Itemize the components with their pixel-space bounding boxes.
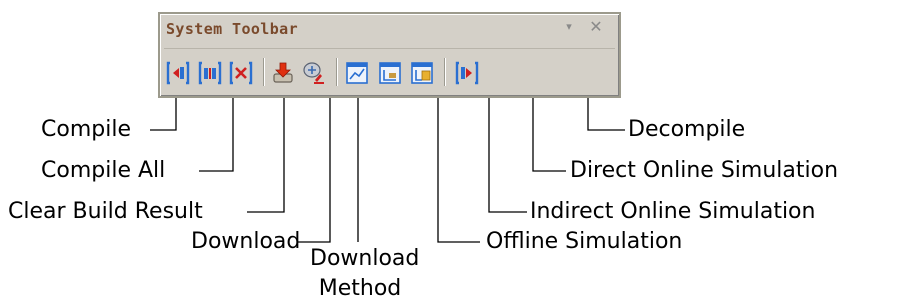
indirect-online-simulation-icon: [379, 62, 401, 84]
offline-simulation-button[interactable]: [345, 60, 369, 86]
direct-online-simulation-button[interactable]: [410, 60, 434, 86]
compile-button[interactable]: [166, 60, 190, 86]
clear-build-result-button[interactable]: [229, 60, 253, 86]
annotated-screenshot: System Toolbar ▾ ✕ Compile Compile All C…: [0, 0, 899, 304]
download-method-icon: [303, 62, 324, 84]
decompile-button[interactable]: [455, 60, 479, 86]
direct-online-simulation-icon: [411, 62, 433, 84]
callout-direct-online-simulation: Direct Online Simulation: [570, 158, 839, 183]
callout-download: Download: [191, 229, 301, 254]
compile-all-button[interactable]: [198, 60, 222, 86]
leader-direct-online-simulation: [532, 98, 566, 172]
clear-build-result-icon: [229, 61, 253, 85]
compile-all-icon: [198, 61, 222, 85]
callout-decompile: Decompile: [628, 117, 746, 142]
download-button[interactable]: [271, 60, 295, 86]
leader-indirect-online-simulation: [488, 98, 527, 213]
leader-compile: [150, 98, 177, 131]
callout-offline-simulation: Offline Simulation: [486, 229, 683, 254]
callout-download-method-line2: Method: [318, 276, 402, 301]
decompile-icon: [455, 61, 479, 85]
close-icon[interactable]: ✕: [587, 18, 605, 36]
toolbar-separator: [336, 58, 338, 86]
system-toolbar-window: System Toolbar ▾ ✕: [158, 12, 621, 98]
leader-download: [298, 98, 331, 243]
callout-download-method-line1: Download: [310, 246, 420, 271]
compile-icon: [166, 61, 190, 85]
callout-compile-all: Compile All: [41, 158, 166, 183]
download-method-button[interactable]: [302, 60, 326, 86]
chevron-down-icon[interactable]: ▾: [560, 18, 578, 36]
toolbar-separator: [444, 58, 446, 86]
offline-simulation-icon: [346, 62, 368, 84]
leader-decompile: [587, 98, 625, 131]
leader-compile-all: [199, 98, 234, 172]
indirect-online-simulation-button[interactable]: [378, 60, 402, 86]
leader-offline-simulation: [437, 98, 480, 243]
callout-compile: Compile: [41, 117, 131, 142]
callout-clear-build-result: Clear Build Result: [8, 199, 203, 224]
download-icon: [273, 62, 293, 83]
callout-indirect-online-simulation: Indirect Online Simulation: [530, 199, 816, 224]
title-divider: [164, 48, 615, 49]
toolbar-separator: [263, 58, 265, 86]
leader-clear-build-result: [247, 98, 285, 213]
toolbar-title: System Toolbar: [166, 20, 299, 38]
